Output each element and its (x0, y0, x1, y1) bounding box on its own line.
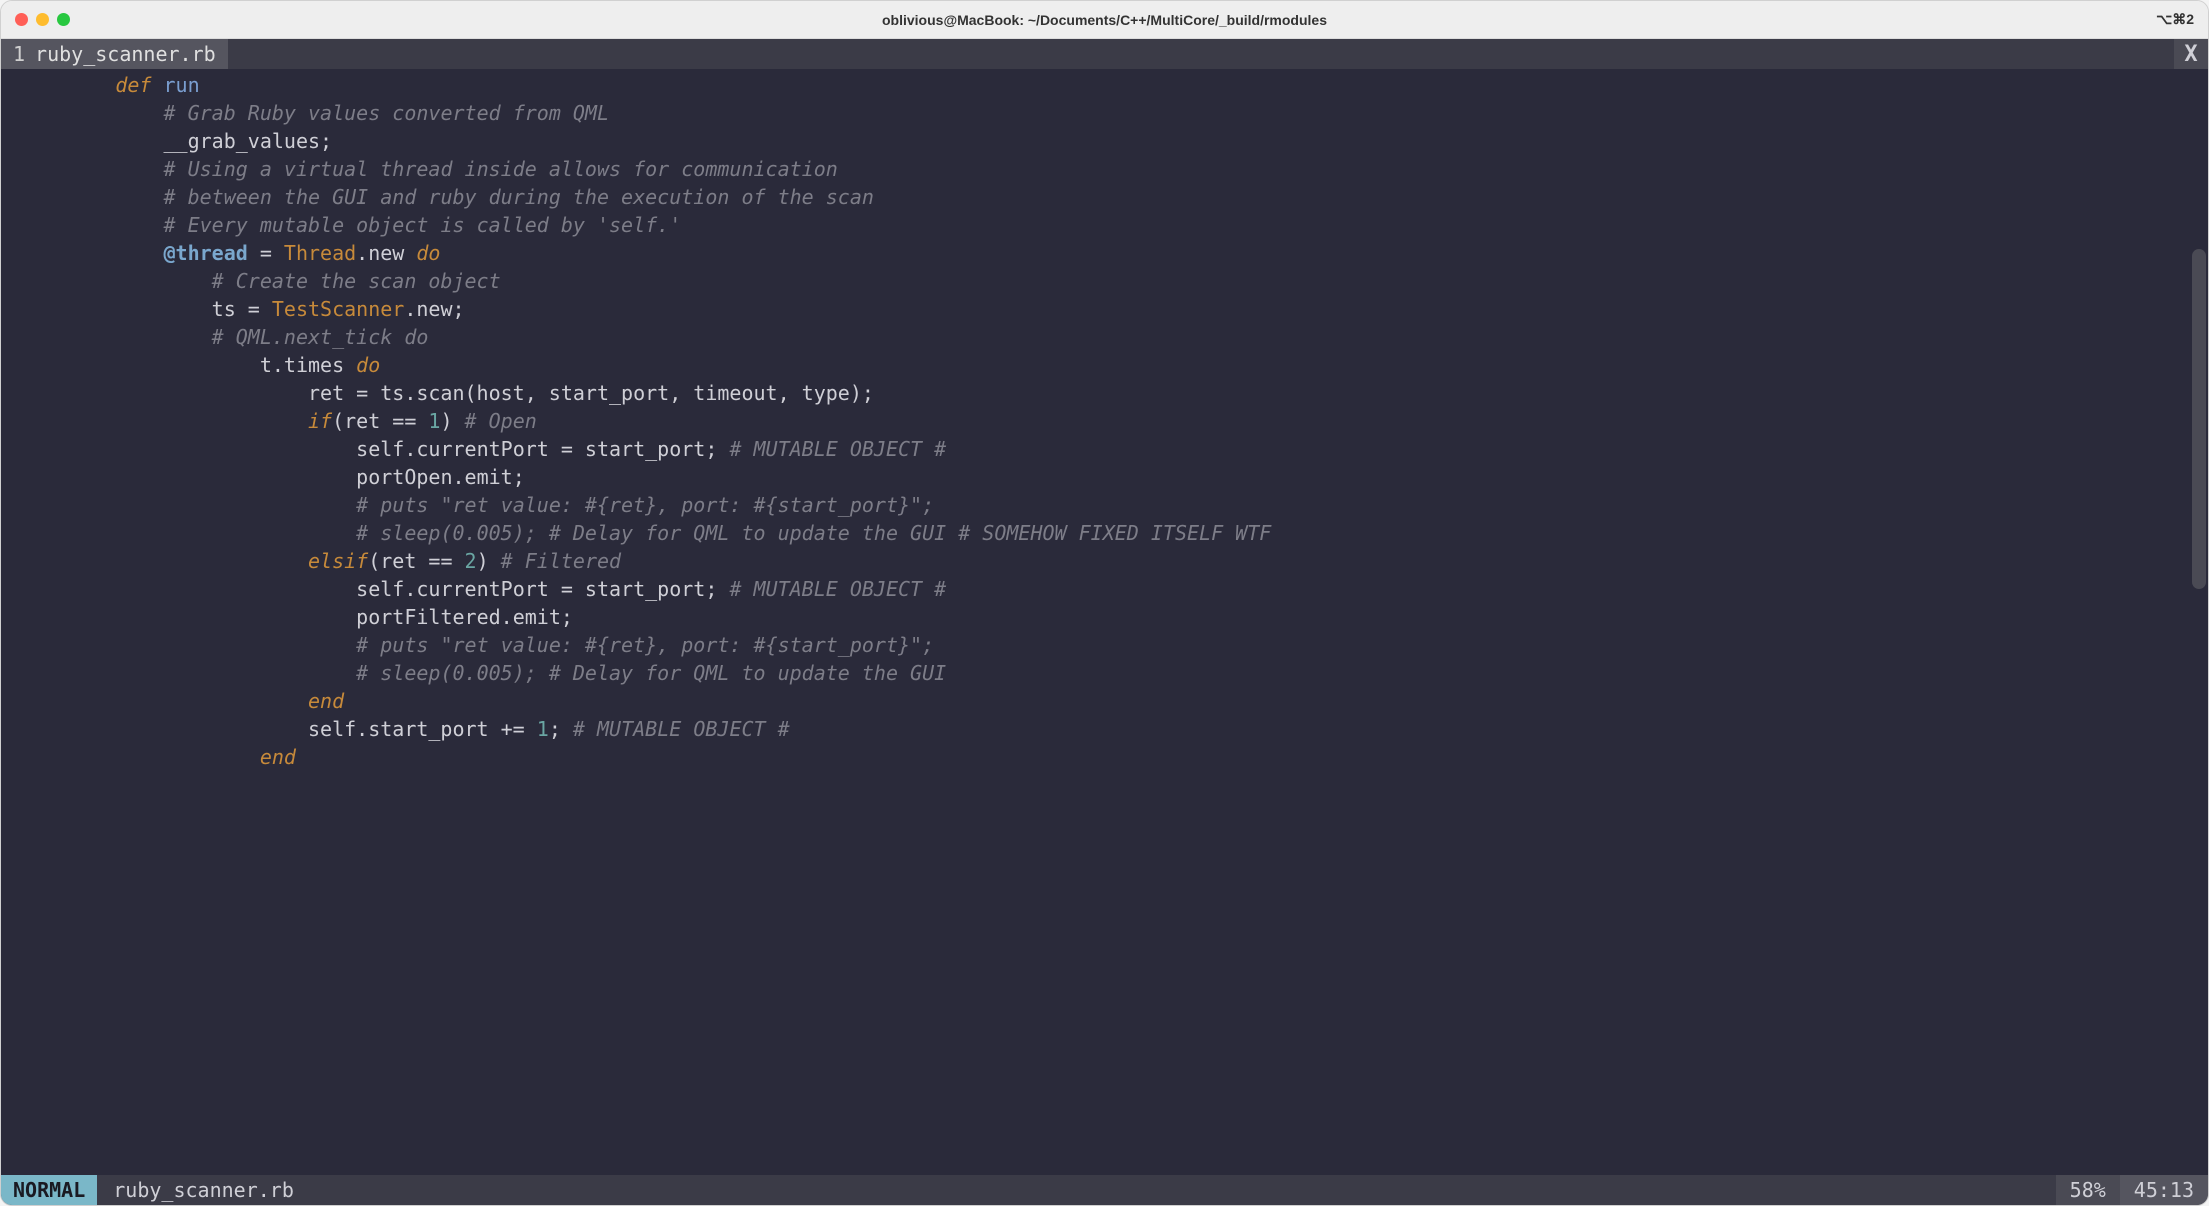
code-token: # Open (465, 409, 537, 433)
code-line[interactable]: # sleep(0.005); # Delay for QML to updat… (19, 519, 2208, 547)
code-token: do (356, 353, 380, 377)
tab-index: 1 (13, 42, 25, 66)
code-token: run (164, 73, 200, 97)
code-line[interactable]: ts = TestScanner.new; (19, 295, 2208, 323)
code-token: # between the GUI and ruby during the ex… (164, 185, 874, 209)
code-line[interactable]: # Using a virtual thread inside allows f… (19, 155, 2208, 183)
code-line[interactable]: ret = ts.scan(host, start_port, timeout,… (19, 379, 2208, 407)
tab-close-button[interactable]: X (2174, 39, 2208, 69)
code-token: end (308, 689, 344, 713)
code-token: 1 (428, 409, 440, 433)
code-line[interactable]: portOpen.emit; (19, 463, 2208, 491)
window-title: oblivious@MacBook: ~/Documents/C++/Multi… (882, 12, 1327, 28)
window-shortcut-hint: ⌥⌘2 (2156, 11, 2194, 28)
terminal-window: oblivious@MacBook: ~/Documents/C++/Multi… (0, 0, 2209, 1206)
code-line[interactable]: end (19, 743, 2208, 771)
code-token: @thread (164, 241, 248, 265)
code-token: Thread (284, 241, 356, 265)
code-line[interactable]: elsif(ret == 2) # Filtered (19, 547, 2208, 575)
vim-tabline: 1 ruby_scanner.rb X (1, 39, 2208, 69)
code-token: t.times (260, 353, 356, 377)
code-line[interactable]: if(ret == 1) # Open (19, 407, 2208, 435)
code-token: __grab_values; (164, 129, 333, 153)
code-token: ; (549, 717, 573, 741)
code-content[interactable]: def run # Grab Ruby values converted fro… (1, 69, 2208, 771)
scrollbar-track[interactable] (2192, 69, 2206, 1175)
code-token: self.currentPort = start_port; (356, 437, 729, 461)
code-line[interactable]: # puts "ret value: #{ret}, port: #{start… (19, 491, 2208, 519)
close-icon: X (2184, 42, 2197, 67)
code-token: # Using a virtual thread inside allows f… (164, 157, 838, 181)
vim-statusline: NORMAL ruby_scanner.rb 58% 45:13 (1, 1175, 2208, 1205)
code-token: (ret == (368, 549, 464, 573)
code-token: if (308, 409, 332, 433)
code-token: end (260, 745, 296, 769)
vim-mode-indicator: NORMAL (1, 1175, 97, 1205)
code-line[interactable]: # sleep(0.005); # Delay for QML to updat… (19, 659, 2208, 687)
code-line[interactable]: t.times do (19, 351, 2208, 379)
titlebar: oblivious@MacBook: ~/Documents/C++/Multi… (1, 1, 2208, 39)
code-token: 2 (465, 549, 477, 573)
code-token: portFiltered.emit; (356, 605, 573, 629)
code-token: TestScanner (272, 297, 404, 321)
code-token: # Grab Ruby values converted from QML (164, 101, 610, 125)
code-token: = (248, 241, 284, 265)
code-line[interactable]: @thread = Thread.new do (19, 239, 2208, 267)
code-token: # puts "ret value: #{ret}, port: #{start… (356, 493, 934, 517)
code-token: 1 (537, 717, 549, 741)
code-token: # sleep(0.005); # Delay for QML to updat… (356, 521, 1271, 545)
editor-viewport[interactable]: def run # Grab Ruby values converted fro… (1, 69, 2208, 1175)
code-line[interactable]: self.currentPort = start_port; # MUTABLE… (19, 435, 2208, 463)
code-token: # sleep(0.005); # Delay for QML to updat… (356, 661, 946, 685)
code-line[interactable]: self.start_port += 1; # MUTABLE OBJECT # (19, 715, 2208, 743)
vim-tab-1[interactable]: 1 ruby_scanner.rb (1, 39, 228, 69)
code-line[interactable]: # between the GUI and ruby during the ex… (19, 183, 2208, 211)
code-token: # Create the scan object (212, 269, 501, 293)
status-position: 45:13 (2120, 1175, 2208, 1205)
code-token: # MUTABLE OBJECT # (729, 577, 946, 601)
close-window-button[interactable] (15, 13, 28, 26)
code-token: # QML.next_tick do (212, 325, 429, 349)
minimize-window-button[interactable] (36, 13, 49, 26)
code-line[interactable]: def run (19, 71, 2208, 99)
maximize-window-button[interactable] (57, 13, 70, 26)
code-token: self.currentPort = start_port; (356, 577, 729, 601)
code-token: .new; (404, 297, 464, 321)
code-token: ) (477, 549, 501, 573)
code-token: (ret == (332, 409, 428, 433)
code-line[interactable]: __grab_values; (19, 127, 2208, 155)
code-line[interactable]: self.currentPort = start_port; # MUTABLE… (19, 575, 2208, 603)
code-token: def (115, 73, 151, 97)
code-line[interactable]: # Create the scan object (19, 267, 2208, 295)
traffic-lights (15, 13, 70, 26)
code-line[interactable]: portFiltered.emit; (19, 603, 2208, 631)
code-token: do (416, 241, 440, 265)
code-line[interactable]: # Every mutable object is called by 'sel… (19, 211, 2208, 239)
code-line[interactable]: end (19, 687, 2208, 715)
code-token: # puts "ret value: #{ret}, port: #{start… (356, 633, 934, 657)
code-token: ) (440, 409, 464, 433)
scrollbar-thumb[interactable] (2192, 249, 2206, 589)
code-token: # Filtered (501, 549, 621, 573)
code-token: # Every mutable object is called by 'sel… (164, 213, 682, 237)
code-token: self.start_port += (308, 717, 537, 741)
status-percent: 58% (2056, 1175, 2120, 1205)
code-line[interactable]: # puts "ret value: #{ret}, port: #{start… (19, 631, 2208, 659)
status-filename: ruby_scanner.rb (97, 1175, 310, 1205)
code-token (151, 73, 163, 97)
code-token: # MUTABLE OBJECT # (729, 437, 946, 461)
code-token: elsif (308, 549, 368, 573)
code-token: ret = ts.scan(host, start_port, timeout,… (308, 381, 874, 405)
code-token: portOpen.emit; (356, 465, 525, 489)
code-line[interactable]: # Grab Ruby values converted from QML (19, 99, 2208, 127)
code-token: ts = (212, 297, 272, 321)
code-token: .new (356, 241, 416, 265)
tab-filename: ruby_scanner.rb (35, 42, 216, 66)
code-line[interactable]: # QML.next_tick do (19, 323, 2208, 351)
status-right: 58% 45:13 (2056, 1175, 2208, 1205)
code-token: # MUTABLE OBJECT # (573, 717, 790, 741)
